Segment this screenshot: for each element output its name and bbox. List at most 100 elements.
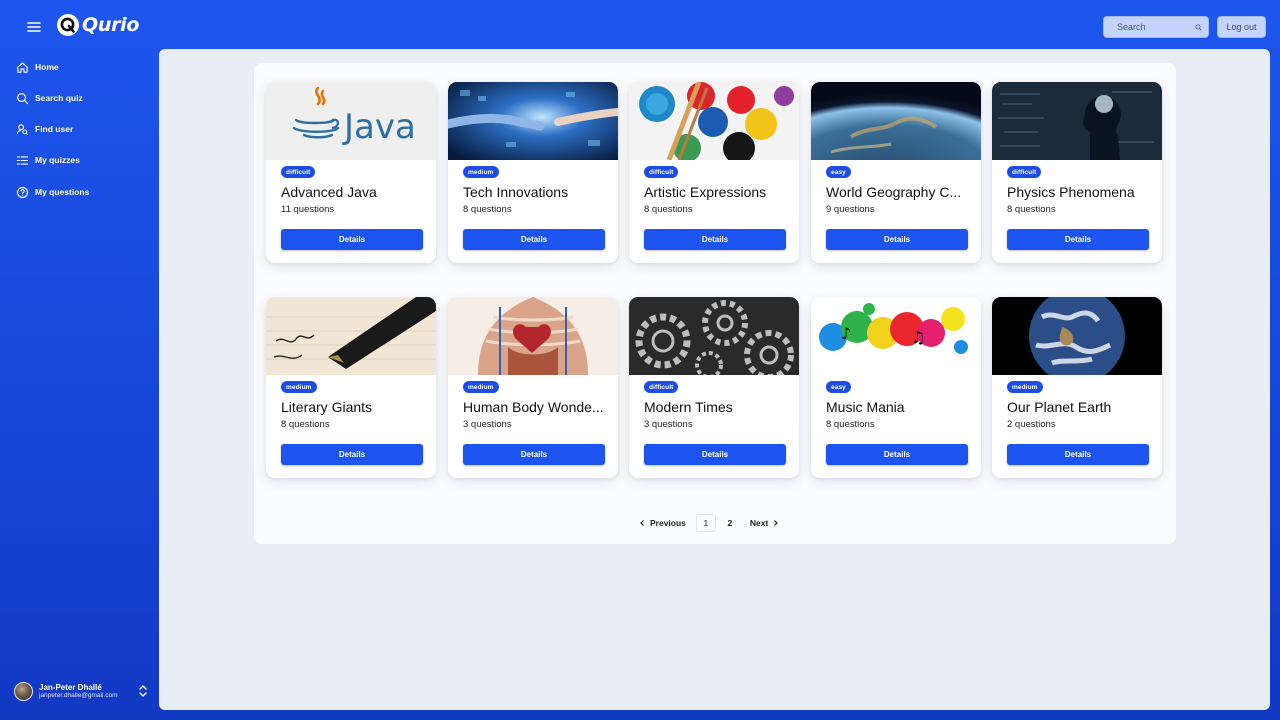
- sidebar-item-find-user[interactable]: Find user: [16, 120, 73, 138]
- user-menu[interactable]: Jan-Peter Dhallé janpeter.dhalle@gmail.c…: [14, 676, 150, 706]
- question-count: 2 questions: [1007, 419, 1056, 430]
- quiz-image-music-splash: ♪ ♫: [811, 297, 981, 375]
- details-button[interactable]: Details: [1007, 444, 1149, 465]
- quiz-image-java-logo: Java: [266, 82, 436, 160]
- next-label: Next: [749, 518, 769, 528]
- quiz-image-earth-from-space: [811, 82, 981, 160]
- question-count: 9 questions: [826, 204, 875, 215]
- difficulty-badge: difficult: [281, 166, 316, 178]
- quiz-card: ♪ ♫ easy Music Mania 8 questions Details: [811, 297, 981, 478]
- question-count: 3 questions: [644, 419, 693, 430]
- quiz-card: medium Tech Innovations 8 questions Deta…: [448, 82, 618, 263]
- sidebar-item-label: Find user: [35, 124, 74, 134]
- sidebar-item-home[interactable]: Home: [16, 58, 59, 76]
- top-bar: Qurio Log out: [0, 0, 1280, 52]
- question-count: 8 questions: [1007, 204, 1056, 215]
- question-circle-icon: [16, 186, 29, 198]
- quiz-card: easy World Geography C... 9 questions De…: [811, 82, 981, 263]
- quiz-title[interactable]: Artistic Expressions: [644, 184, 792, 200]
- logout-button[interactable]: Log out: [1217, 16, 1266, 38]
- question-count: 3 questions: [463, 419, 512, 430]
- sidebar-item-my-quizzes[interactable]: My quizzes: [16, 151, 80, 169]
- main-panel: Java difficult Advanced Java 11 question…: [159, 49, 1270, 710]
- svg-text:♫: ♫: [911, 328, 925, 347]
- quiz-image-head-formulas: [992, 82, 1162, 160]
- home-icon: [17, 61, 28, 73]
- difficulty-badge: easy: [826, 381, 851, 393]
- difficulty-badge: medium: [281, 381, 317, 393]
- quiz-title[interactable]: World Geography C...: [826, 184, 974, 200]
- sidebar: Home Search quiz Find user My quizzes My…: [0, 52, 158, 720]
- quiz-title[interactable]: Music Mania: [826, 399, 974, 415]
- previous-page-button[interactable]: Previous: [639, 514, 692, 532]
- sidebar-item-label: Search quiz: [35, 93, 83, 103]
- page-button-1[interactable]: 1: [695, 514, 716, 532]
- user-name: Jan-Peter Dhallé: [39, 682, 102, 692]
- quiz-title[interactable]: Modern Times: [644, 399, 792, 415]
- sidebar-item-my-questions[interactable]: My questions: [16, 183, 89, 201]
- user-email: janpeter.dhalle@gmail.com: [39, 691, 118, 699]
- difficulty-badge: difficult: [1007, 166, 1042, 178]
- quiz-image-gears: [629, 297, 799, 375]
- question-count: 8 questions: [644, 204, 693, 215]
- svg-text:♪: ♪: [841, 324, 851, 343]
- user-search-icon: [16, 123, 29, 135]
- quiz-card: medium Literary Giants 8 questions Detai…: [266, 297, 436, 478]
- quiz-title[interactable]: Tech Innovations: [463, 184, 611, 200]
- details-button[interactable]: Details: [644, 444, 786, 465]
- search-icon: [1195, 23, 1202, 31]
- page-button-2[interactable]: 2: [720, 514, 740, 532]
- quiz-image-anatomy: [448, 297, 618, 375]
- quiz-image-paint-palette: [629, 82, 799, 160]
- difficulty-badge: easy: [826, 166, 851, 178]
- quiz-image-globe: [992, 297, 1162, 375]
- chevron-right-icon: [774, 520, 779, 526]
- search-field[interactable]: [1103, 16, 1209, 38]
- menu-icon[interactable]: [24, 17, 44, 37]
- difficulty-badge: medium: [1007, 381, 1043, 393]
- difficulty-badge: difficult: [644, 166, 679, 178]
- details-button[interactable]: Details: [644, 229, 786, 250]
- search-input[interactable]: [1117, 22, 1195, 32]
- chevron-up-down-icon: [139, 685, 147, 697]
- details-button[interactable]: Details: [281, 229, 423, 250]
- quiz-card: medium Human Body Wonde... 3 questions D…: [448, 297, 618, 478]
- question-count: 11 questions: [281, 204, 335, 215]
- question-count: 8 questions: [463, 204, 512, 215]
- question-count: 8 questions: [281, 419, 330, 430]
- details-button[interactable]: Details: [463, 444, 605, 465]
- svg-text:Java: Java: [342, 107, 416, 147]
- sidebar-item-label: My quizzes: [35, 155, 80, 165]
- details-button[interactable]: Details: [826, 444, 968, 465]
- quiz-card: difficult Modern Times 3 questions Detai…: [629, 297, 799, 478]
- sidebar-item-label: Home: [35, 62, 59, 72]
- app-name: Qurio: [82, 14, 140, 36]
- sidebar-item-label: My questions: [35, 187, 90, 197]
- quiz-title[interactable]: Advanced Java: [281, 184, 429, 200]
- quiz-image-fountain-pen: [266, 297, 436, 375]
- pagination: Previous 1 2 Next: [639, 514, 779, 532]
- quiz-image-robot-hand: [448, 82, 618, 160]
- quiz-title[interactable]: Human Body Wonde...: [463, 399, 611, 415]
- details-button[interactable]: Details: [463, 229, 605, 250]
- details-button[interactable]: Details: [281, 444, 423, 465]
- details-button[interactable]: Details: [826, 229, 968, 250]
- logo-icon: [57, 14, 79, 36]
- difficulty-badge: medium: [463, 381, 499, 393]
- quiz-grid-container: Java difficult Advanced Java 11 question…: [254, 63, 1176, 544]
- quiz-title[interactable]: Our Planet Earth: [1007, 399, 1155, 415]
- quiz-card: difficult Artistic Expressions 8 questio…: [629, 82, 799, 263]
- app-logo[interactable]: Qurio: [57, 14, 139, 36]
- difficulty-badge: difficult: [644, 381, 679, 393]
- details-button[interactable]: Details: [1007, 229, 1149, 250]
- quiz-card: Java difficult Advanced Java 11 question…: [266, 82, 436, 263]
- quiz-title[interactable]: Physics Phenomena: [1007, 184, 1155, 200]
- quiz-card: medium Our Planet Earth 2 questions Deta…: [992, 297, 1162, 478]
- sidebar-item-search-quiz[interactable]: Search quiz: [16, 89, 83, 107]
- previous-label: Previous: [650, 518, 686, 528]
- avatar: [14, 681, 33, 701]
- quiz-title[interactable]: Literary Giants: [281, 399, 429, 415]
- next-page-button[interactable]: Next: [750, 514, 779, 532]
- question-count: 8 questions: [826, 419, 875, 430]
- quiz-card: difficult Physics Phenomena 8 questions …: [992, 82, 1162, 263]
